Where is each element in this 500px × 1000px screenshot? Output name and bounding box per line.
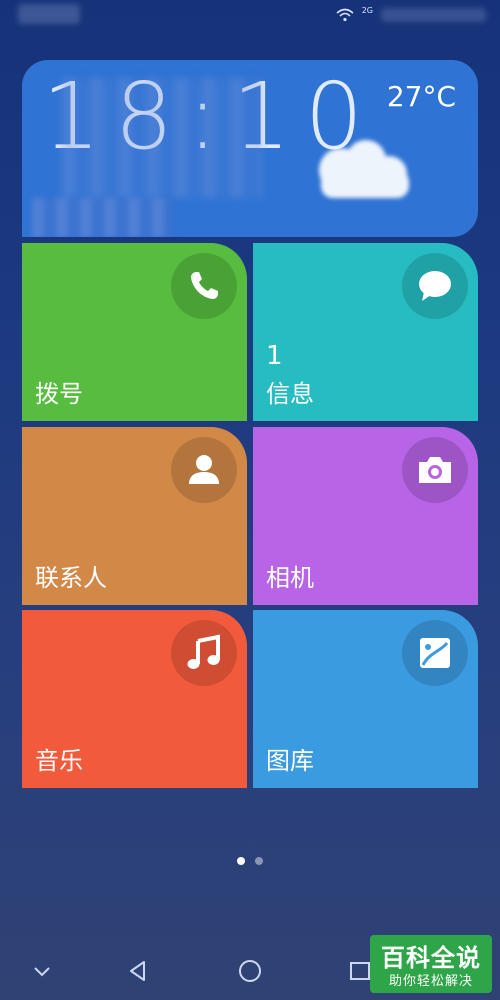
tile-label: 相机 <box>266 564 314 592</box>
tile-label: 信息 <box>266 380 314 408</box>
back-icon[interactable] <box>124 957 152 985</box>
tile-dialer[interactable]: 拨号 <box>22 243 247 421</box>
message-icon <box>419 271 451 301</box>
tile-label: 拨号 <box>35 380 83 408</box>
weather-clock-widget[interactable]: 18:10 27°C <box>22 60 478 237</box>
tile-label: 图库 <box>266 747 314 775</box>
tile-messages[interactable]: 1 信息 <box>253 243 478 421</box>
status-bar-blurred-left <box>18 4 80 24</box>
camera-icon <box>419 457 451 483</box>
tile-contacts[interactable]: 联系人 <box>22 427 247 605</box>
tile-badge: 1 <box>266 341 283 371</box>
home-icon[interactable] <box>236 957 264 985</box>
music-icon <box>187 634 220 669</box>
page-dot[interactable] <box>237 857 245 865</box>
signal-label: 2G <box>361 5 373 15</box>
status-bar-right: 2G <box>336 4 486 26</box>
temperature: 27°C <box>386 80 456 113</box>
tile-label: 联系人 <box>35 564 107 592</box>
watermark-title: 百科全说 <box>381 944 481 972</box>
tile-icon-circle <box>402 620 468 686</box>
tile-music[interactable]: 音乐 <box>22 610 247 788</box>
page-dot[interactable] <box>255 857 263 865</box>
wifi-icon <box>336 8 354 22</box>
status-bar-blurred-right <box>381 8 486 22</box>
tile-icon-circle <box>402 253 468 319</box>
tile-label: 音乐 <box>35 747 83 775</box>
watermark-badge: 百科全说 助你轻松解决 <box>370 935 492 993</box>
gallery-icon <box>420 638 450 668</box>
cloud-icon <box>319 140 409 198</box>
tile-icon-circle <box>171 437 237 503</box>
tile-camera[interactable]: 相机 <box>253 427 478 605</box>
watermark-subtitle: 助你轻松解决 <box>388 974 473 989</box>
tile-icon-circle <box>402 437 468 503</box>
page-indicator <box>0 855 500 867</box>
tile-icon-circle <box>171 253 237 319</box>
status-bar: 2G <box>0 0 500 40</box>
phone-icon <box>191 272 218 299</box>
clock-blur-overlay <box>62 78 262 198</box>
date-blur-overlay <box>32 198 172 237</box>
tile-icon-circle <box>171 620 237 686</box>
chevron-down-icon[interactable] <box>28 957 56 985</box>
tile-gallery[interactable]: 图库 <box>253 610 478 788</box>
contact-icon <box>189 455 219 484</box>
